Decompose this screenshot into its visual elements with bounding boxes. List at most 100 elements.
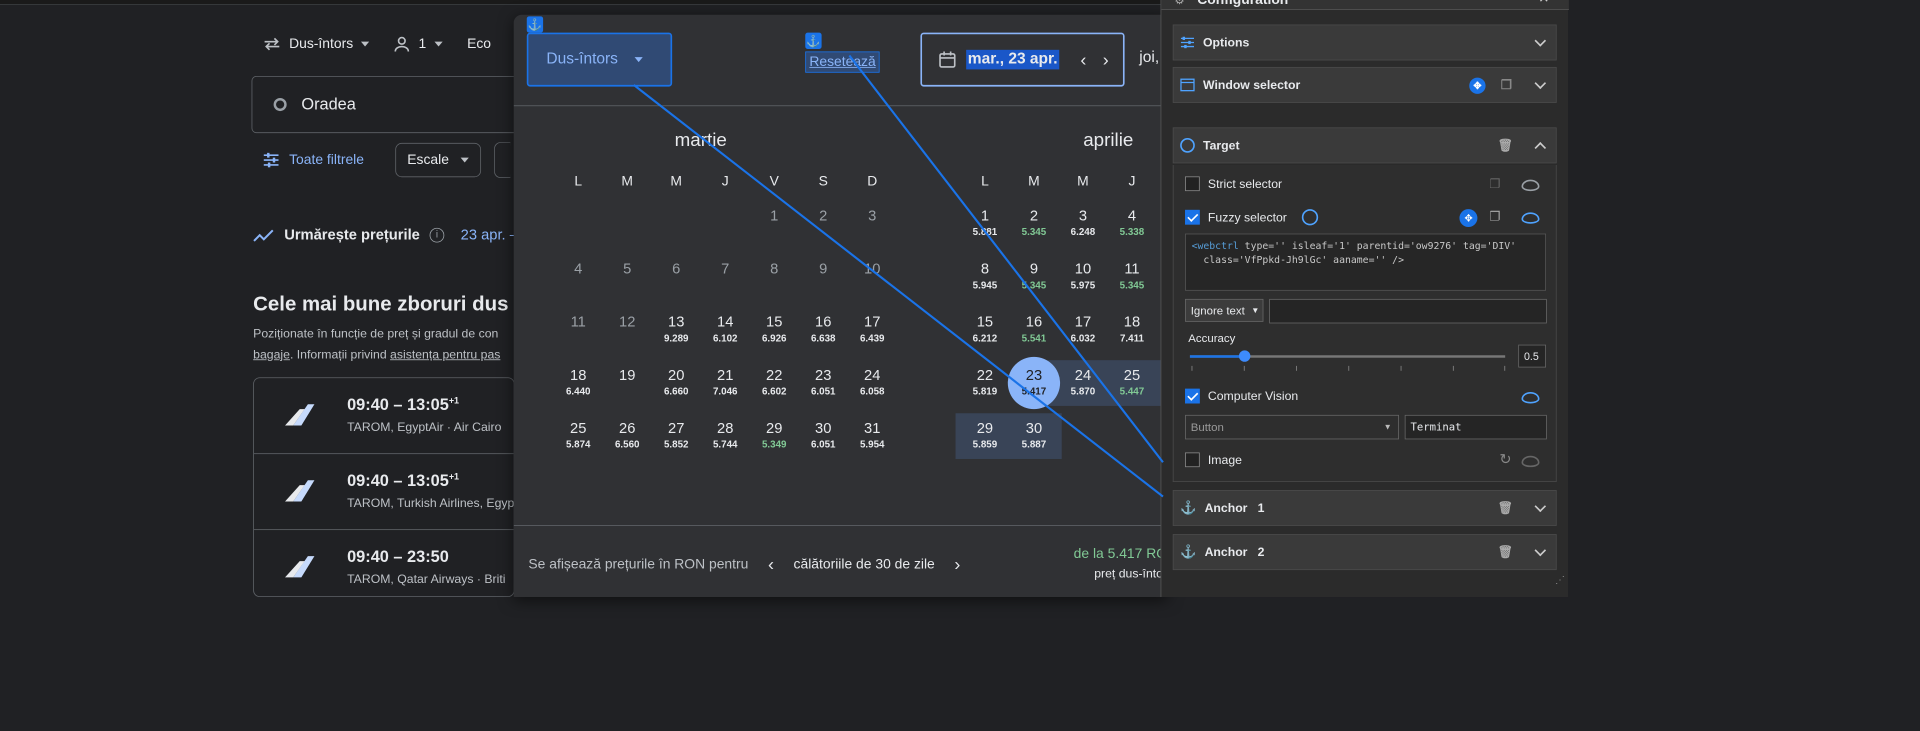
calendar-day[interactable]: 7 <box>701 261 750 277</box>
calendar-day[interactable]: 15 6.212 <box>960 314 1009 344</box>
calendar-day[interactable]: 22 5.819 <box>960 367 1009 397</box>
passengers-select[interactable]: 1 <box>394 36 443 52</box>
indicate-target-icon[interactable]: ✥ <box>1459 209 1478 228</box>
calendar-day[interactable]: 11 5.345 <box>1107 261 1156 291</box>
window-selector-section[interactable]: Window selector ✥ ❐ <box>1172 66 1557 103</box>
eye-icon[interactable] <box>1521 455 1540 468</box>
calendar-day[interactable]: 4 5.338 <box>1107 207 1156 237</box>
calendar-day[interactable]: 17 6.032 <box>1058 314 1107 344</box>
close-icon[interactable]: ✕ <box>1538 0 1549 7</box>
calendar-day[interactable]: 17 6.439 <box>848 314 897 344</box>
calendar-day[interactable]: 16 5.541 <box>1009 314 1058 344</box>
next-duration-icon[interactable]: › <box>954 554 960 575</box>
calendar-day[interactable]: 8 5.945 <box>960 261 1009 291</box>
all-filters-button[interactable]: Toate filtrele <box>263 152 364 168</box>
calendar-day[interactable]: 8 <box>750 261 799 277</box>
refresh-icon[interactable]: ↻ <box>1499 451 1511 468</box>
filter-chip-partial[interactable] <box>493 142 511 179</box>
delete-icon[interactable]: 🗑 <box>1498 545 1514 560</box>
cv-text-input[interactable]: Terminat <box>1404 414 1547 440</box>
selector-editor[interactable]: <webctrl type='' isleaf='1' parentid='ow… <box>1185 233 1547 291</box>
calendar-day[interactable]: 18 7.411 <box>1107 314 1156 344</box>
calendar-day[interactable]: 12 <box>603 314 652 330</box>
anchor2-section[interactable]: ⚓ Anchor 2 🗑 <box>1172 534 1557 571</box>
image-checkbox[interactable] <box>1185 452 1200 468</box>
calendar-day[interactable]: 22 6.602 <box>750 367 799 397</box>
track-dates[interactable]: 23 apr. – <box>461 226 518 243</box>
calendar-day[interactable]: 15 6.926 <box>750 314 799 344</box>
accuracy-slider-knob[interactable] <box>1238 350 1251 362</box>
calendar-day[interactable]: 19 <box>603 367 652 383</box>
calendar-day[interactable]: 30 6.051 <box>799 420 848 450</box>
strict-selector-checkbox[interactable] <box>1185 176 1200 192</box>
calendar-day[interactable]: 24 6.058 <box>848 367 897 397</box>
prev-duration-icon[interactable]: ‹ <box>768 554 774 575</box>
indicate-target-icon[interactable]: ✥ <box>1469 77 1486 94</box>
cabin-select[interactable]: Eco <box>467 36 491 52</box>
calendar-day[interactable]: 26 6.560 <box>603 420 652 450</box>
stops-filter-chip[interactable]: Escale <box>395 142 481 178</box>
calendar-day[interactable]: 29 5.859 <box>960 420 1009 450</box>
options-section[interactable]: Options <box>1172 24 1557 61</box>
flight-row[interactable]: 09:40 – 23:50 TAROM, Qatar Airways · Bri… <box>254 530 514 596</box>
calendar-day[interactable]: 24 5.870 <box>1058 367 1107 397</box>
flight-row[interactable]: 09:40 – 13:05+1 TAROM, EgyptAir · Air Ca… <box>253 378 514 455</box>
info-icon[interactable]: i <box>429 227 445 243</box>
target-section-header[interactable]: Target 🗑 <box>1172 127 1557 164</box>
copy-icon[interactable]: ❐ <box>1501 78 1512 92</box>
calendar-day[interactable]: 25 5.874 <box>554 420 603 450</box>
calendar-day[interactable]: 21 7.046 <box>701 367 750 397</box>
return-date-field[interactable]: joi, <box>1139 49 1159 67</box>
calendar-day[interactable]: 6 <box>652 261 701 277</box>
eye-icon[interactable] <box>1521 392 1540 404</box>
calendar-day[interactable]: 23 5.417 <box>1009 367 1058 397</box>
calendar-day[interactable]: 16 6.638 <box>799 314 848 344</box>
calendar-day[interactable]: 13 9.289 <box>652 314 701 344</box>
calendar-day[interactable]: 11 <box>554 314 603 330</box>
accuracy-value-input[interactable]: 0.5 <box>1518 344 1547 368</box>
calendar-day[interactable]: 5 <box>603 261 652 277</box>
resize-grip-icon[interactable]: ⋰ <box>1555 574 1565 585</box>
cv-control-type-select[interactable]: Button ▼ <box>1185 414 1400 440</box>
calendar-day[interactable]: 2 5.345 <box>1009 207 1058 237</box>
anchor1-section[interactable]: ⚓ Anchor 1 🗑 <box>1172 490 1557 526</box>
calendar-day[interactable]: 9 <box>799 261 848 277</box>
copy-icon[interactable]: ❐ <box>1489 209 1500 224</box>
fuzzy-selector-checkbox[interactable] <box>1185 209 1200 225</box>
baggage-link[interactable]: bagaje <box>253 348 290 362</box>
calendar-day[interactable]: 10 <box>848 261 897 277</box>
calendar-day[interactable]: 27 5.852 <box>652 420 701 450</box>
ignore-text-select[interactable]: Ignore text ▼ <box>1185 298 1264 322</box>
ignore-text-input[interactable] <box>1269 298 1547 324</box>
calendar-day[interactable]: 10 5.975 <box>1058 261 1107 291</box>
calendar-day[interactable]: 31 5.954 <box>848 420 897 450</box>
calendar-day[interactable]: 23 6.051 <box>799 367 848 397</box>
depart-date-field[interactable]: mar., 23 apr. ‹ › <box>920 32 1125 87</box>
copy-icon[interactable]: ❐ <box>1489 176 1500 191</box>
flight-row[interactable]: 09:40 – 13:05+1 TAROM, Turkish Airlines,… <box>253 454 514 531</box>
prev-day-icon[interactable]: ‹ <box>1080 49 1086 70</box>
calendar-day[interactable]: 14 6.102 <box>701 314 750 344</box>
calendar-day[interactable]: 4 <box>554 261 603 277</box>
assistance-link[interactable]: asistența pentru pas <box>390 348 500 362</box>
delete-icon[interactable]: 🗑 <box>1498 501 1514 515</box>
calendar-day[interactable]: 28 5.744 <box>701 420 750 450</box>
trip-type-select[interactable]: Dus-întors <box>263 36 370 52</box>
calendar-day[interactable]: 20 6.660 <box>652 367 701 397</box>
calendar-day[interactable]: 3 6.248 <box>1058 207 1107 237</box>
calendar-day[interactable]: 2 <box>799 207 848 223</box>
eye-icon[interactable] <box>1521 179 1540 192</box>
calendar-day[interactable]: 1 5.881 <box>960 207 1009 237</box>
calendar-day[interactable]: 9 5.345 <box>1009 261 1058 291</box>
calendar-day[interactable]: 25 5.447 <box>1107 367 1156 397</box>
dp-trip-type-select[interactable]: Dus-întors <box>526 32 673 87</box>
calendar-day[interactable]: 30 5.887 <box>1009 420 1058 450</box>
calendar-day[interactable]: 3 <box>848 207 897 223</box>
delete-icon[interactable]: 🗑 <box>1498 138 1514 153</box>
reset-button[interactable]: Resetează <box>805 51 880 73</box>
next-day-icon[interactable]: › <box>1103 49 1109 70</box>
calendar-day[interactable]: 18 6.440 <box>554 367 603 397</box>
eye-icon[interactable] <box>1521 212 1540 224</box>
fuzzy-target-icon[interactable] <box>1301 209 1318 226</box>
computer-vision-checkbox[interactable] <box>1185 388 1200 404</box>
